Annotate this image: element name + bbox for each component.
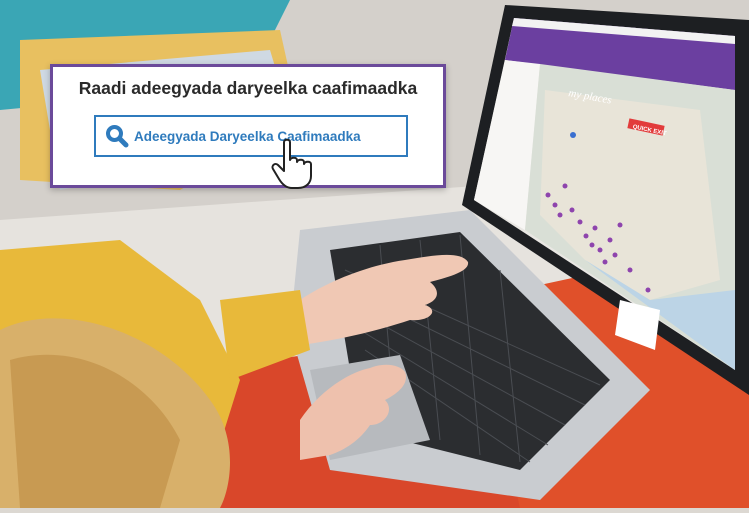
healthcare-services-search-button[interactable]: Adeegyada Daryeelka Caafimaadka xyxy=(94,115,408,157)
search-icon xyxy=(106,125,129,148)
callout-title: Raadi adeegyada daryeelka caafimaadka xyxy=(78,78,418,98)
hand-pointer-icon xyxy=(271,138,312,189)
search-callout-box: Raadi adeegyada daryeelka caafimaadka Ad… xyxy=(50,64,446,188)
